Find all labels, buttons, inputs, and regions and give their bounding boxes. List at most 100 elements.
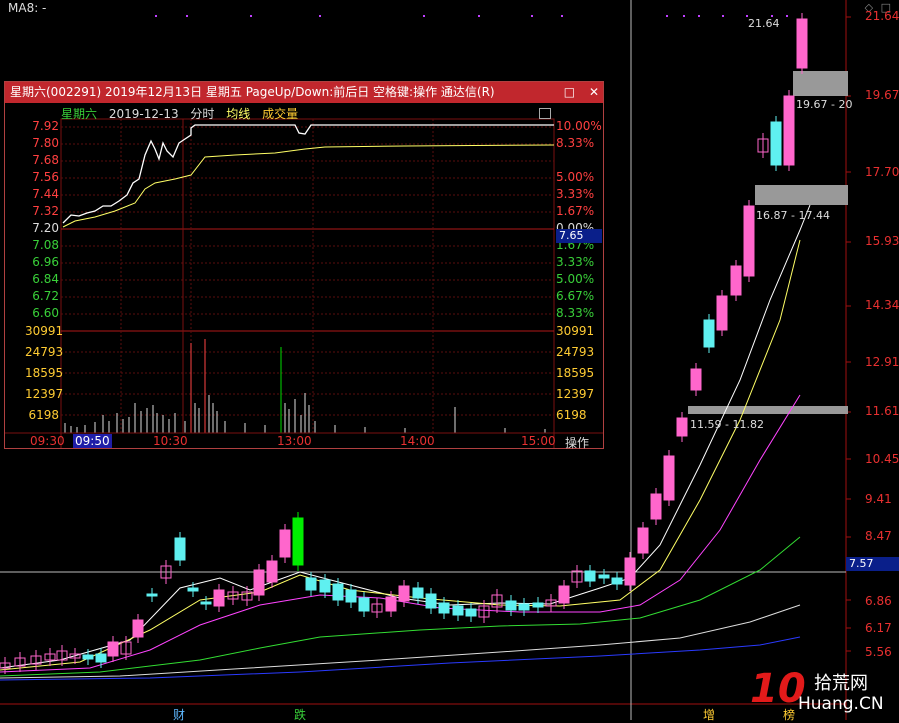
y-tick: 11.61	[865, 404, 899, 418]
top-marker-dot	[722, 15, 724, 17]
top-marker-dot	[250, 15, 252, 17]
ma-indicator-label: MA8: -	[8, 1, 47, 15]
chart-date: 2019-12-13	[108, 107, 179, 121]
price-label: 7.44	[32, 187, 59, 201]
y-tick: 10.45	[865, 452, 899, 466]
candlestick	[332, 583, 344, 601]
candlestick	[532, 602, 544, 608]
pct-label: 1.67%	[556, 204, 595, 218]
candlestick	[676, 417, 688, 437]
price-label: 6.60	[32, 306, 59, 320]
candlestick	[95, 653, 107, 663]
price-label: 7.08	[32, 238, 59, 252]
logo-text: 拾荒网	[814, 673, 868, 694]
chart-mode[interactable]: 分时	[190, 107, 214, 121]
top-marker-dot	[531, 15, 533, 17]
stock-name: 星期六	[61, 107, 98, 121]
candlestick	[132, 619, 144, 638]
current-price-box: 7.65	[556, 229, 602, 243]
intraday-popup[interactable]: 星期六(002291) 2019年12月13日 星期五 PageUp/Down:…	[4, 81, 604, 451]
candlestick	[703, 319, 715, 348]
candlestick	[770, 121, 782, 166]
volume-label: 18595	[25, 366, 64, 380]
pct-label: 3.33%	[556, 255, 595, 269]
time-label: 09:30	[30, 434, 65, 448]
y-tick: 17.70	[865, 165, 899, 179]
logo-domain: Huang.CN	[798, 694, 884, 714]
moving-average-line	[0, 536, 801, 677]
gap-range-label: 16.87 - 17.44	[756, 209, 830, 222]
candlestick	[187, 587, 199, 592]
price-label: 6.72	[32, 289, 59, 303]
maximize-icon[interactable]: □	[564, 85, 575, 99]
pct-label: 5.00%	[556, 170, 595, 184]
chart-frame	[60, 118, 555, 448]
pct-label: 10.00%	[556, 119, 602, 133]
price-label: 7.92	[32, 119, 59, 133]
candlestick	[412, 587, 424, 599]
y-tick: 8.47	[865, 529, 892, 543]
time-label: 13:00	[277, 434, 312, 448]
close-icon[interactable]: ✕	[589, 85, 599, 99]
price-label: 7.20	[32, 221, 59, 235]
y-tick: 21.64	[865, 9, 899, 23]
candlestick	[213, 589, 225, 607]
top-marker-dot	[698, 15, 700, 17]
candlestick	[690, 368, 702, 391]
price-label: 6.96	[32, 255, 59, 269]
candlestick	[266, 560, 278, 583]
event-marker-drop[interactable]: 跌	[294, 706, 306, 723]
candlestick	[650, 493, 662, 520]
watermark-logo: 10 拾荒网 Huang.CN	[750, 666, 899, 720]
candlestick	[174, 537, 186, 561]
top-marker-dot	[319, 15, 321, 17]
volume-label: 18595	[556, 366, 595, 380]
price-label: 7.80	[32, 136, 59, 150]
gap-box	[755, 185, 848, 205]
peak-price-label: 21.64	[748, 17, 780, 30]
y-tick: 14.34	[865, 298, 899, 312]
top-marker-dot	[423, 15, 425, 17]
candlestick	[345, 589, 357, 603]
candlestick	[292, 517, 304, 566]
intraday-chart[interactable]	[5, 103, 603, 448]
event-marker-finance[interactable]: 财	[173, 706, 185, 723]
y-tick: 19.67	[865, 88, 899, 102]
top-marker-dot	[561, 15, 563, 17]
candlestick	[438, 602, 450, 614]
time-label: 15:00	[521, 434, 556, 448]
price-label: 6.84	[32, 272, 59, 286]
candlestick	[584, 570, 596, 582]
candlestick	[716, 295, 728, 331]
candlestick	[452, 605, 464, 616]
volume-legend: 成交量	[262, 107, 299, 121]
candlestick	[783, 95, 795, 166]
time-label-selected[interactable]: 09:50	[73, 434, 112, 448]
pct-label: 5.00%	[556, 272, 595, 286]
candlestick	[558, 585, 570, 604]
candlestick	[730, 265, 742, 296]
candlestick	[305, 577, 317, 591]
popup-toggle-icon[interactable]	[539, 108, 551, 119]
price-label: 7.32	[32, 204, 59, 218]
gap-box	[688, 406, 848, 414]
y-tick: 6.17	[865, 621, 892, 635]
pct-label: 8.33%	[556, 306, 595, 320]
candlestick	[385, 596, 397, 612]
volume-label: 6198	[28, 408, 59, 422]
candlestick	[200, 601, 212, 605]
operate-button[interactable]: 操作	[565, 434, 589, 451]
price-label: 7.68	[32, 153, 59, 167]
y-tick: 12.91	[865, 355, 899, 369]
candlestick	[398, 585, 410, 602]
candlestick	[505, 600, 517, 611]
y-tick: 9.41	[865, 492, 892, 506]
popup-titlebar[interactable]: 星期六(002291) 2019年12月13日 星期五 PageUp/Down:…	[5, 82, 603, 103]
current-price-marker: 7.57	[846, 557, 899, 571]
candlestick	[465, 608, 477, 617]
candlestick	[279, 529, 291, 558]
candlestick	[107, 641, 119, 657]
top-marker-dot	[155, 15, 157, 17]
y-tick: 15.93	[865, 234, 899, 248]
event-marker-increase[interactable]: 增	[703, 706, 715, 723]
